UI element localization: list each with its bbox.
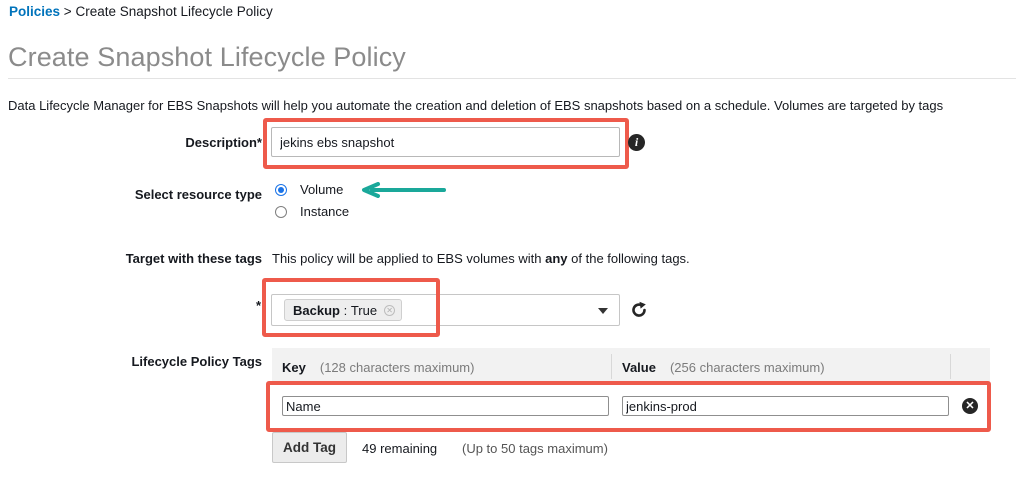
tag-token-remove-icon[interactable]: ✕: [384, 304, 396, 316]
breadcrumb: Policies > Create Snapshot Lifecycle Pol…: [9, 4, 273, 19]
tag-token-separator: :: [339, 302, 351, 318]
tags-max-note: (Up to 50 tags maximum): [462, 441, 608, 456]
breadcrumb-current: Create Snapshot Lifecycle Policy: [75, 4, 273, 19]
description-label: Description*: [185, 135, 262, 150]
add-tag-button[interactable]: Add Tag: [272, 432, 347, 463]
tags-remaining: 49 remaining: [362, 441, 438, 456]
target-tags-label: Target with these tags: [125, 251, 262, 266]
tag-token[interactable]: Backup : True ✕: [284, 299, 403, 321]
description-input[interactable]: [271, 127, 620, 157]
info-icon[interactable]: i: [628, 134, 645, 151]
radio-instance[interactable]: [275, 205, 287, 218]
column-key-title: Key: [282, 360, 306, 375]
column-divider: [611, 354, 612, 379]
intro-text: Data Lifecycle Manager for EBS Snapshots…: [8, 98, 944, 113]
tag-value-input[interactable]: [622, 396, 949, 416]
column-key-hint: (128 characters maximum): [319, 360, 475, 375]
tag-token-key: Backup: [293, 302, 340, 318]
radio-volume-row[interactable]: Volume: [275, 182, 343, 197]
radio-volume[interactable]: [275, 183, 287, 196]
page-title: Create Snapshot Lifecycle Policy: [8, 42, 406, 72]
title-divider: [8, 78, 1016, 79]
column-value-header: Value (256 characters maximum): [622, 360, 825, 375]
tag-key-input[interactable]: [282, 396, 609, 416]
breadcrumb-separator: >: [63, 4, 72, 19]
annotation-arrow-icon: [362, 182, 446, 198]
caret-down-icon[interactable]: [598, 308, 608, 314]
column-key-header: Key (128 characters maximum): [282, 360, 474, 375]
target-tags-help-pre: This policy will be applied to EBS volum…: [272, 251, 546, 266]
radio-instance-label: Instance: [300, 204, 350, 219]
required-mark: *: [256, 298, 262, 313]
target-tags-help-post: of the following tags.: [567, 251, 690, 266]
column-divider-end: [950, 354, 951, 379]
target-tags-help: This policy will be applied to EBS volum…: [272, 251, 690, 266]
column-value-title: Value: [622, 360, 656, 375]
radio-volume-label: Volume: [300, 182, 344, 197]
resource-type-label: Select resource type: [134, 187, 262, 202]
lifecycle-tags-label: Lifecycle Policy Tags: [131, 354, 262, 369]
column-value-hint: (256 characters maximum): [669, 360, 825, 375]
radio-instance-row[interactable]: Instance: [275, 204, 349, 219]
remove-tag-icon[interactable]: ✕: [962, 398, 978, 414]
tag-token-value: True: [350, 302, 378, 318]
target-tags-help-bold: any: [545, 251, 568, 266]
refresh-icon[interactable]: [630, 301, 648, 319]
breadcrumb-policies-link[interactable]: Policies: [9, 4, 60, 19]
